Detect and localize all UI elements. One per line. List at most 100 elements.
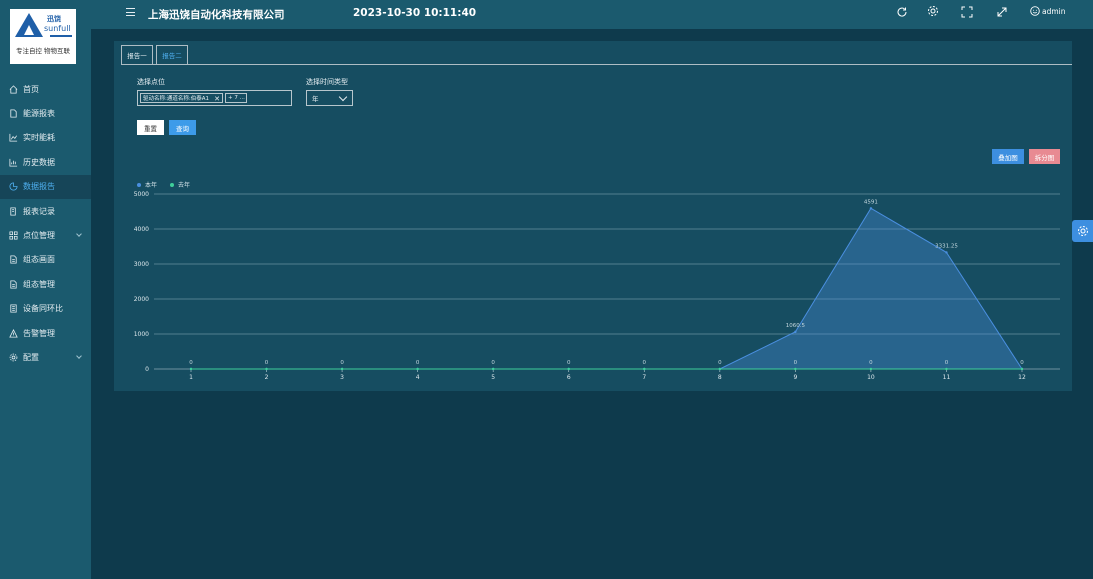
sidebar-item-label: 实时能耗 (23, 133, 55, 143)
history-chart-icon (9, 158, 18, 167)
document-icon (10, 255, 17, 264)
time-type-label: 选择时间类型 (306, 78, 348, 86)
chart-legend: 本年 去年 (137, 180, 203, 189)
data-point (416, 367, 419, 371)
sidebar-item-8[interactable]: 组态画面 (0, 248, 91, 272)
tag-close-icon[interactable]: ✕ (214, 95, 220, 102)
username: admin (1042, 6, 1066, 16)
sidebar-item-11[interactable]: 告警管理 (0, 321, 91, 345)
sidebar-item-4[interactable]: 历史数据 (0, 150, 91, 174)
data-point (340, 367, 344, 371)
sidebar-item-6[interactable]: 报表记录 (0, 199, 91, 223)
data-label: 0 (491, 360, 495, 366)
tab-report-1[interactable]: 报告一 (121, 45, 153, 64)
data-point (491, 367, 495, 371)
side-settings-button[interactable] (1072, 220, 1093, 242)
sidebar-item-label: 首页 (23, 84, 39, 94)
refresh-icon[interactable] (896, 6, 908, 18)
data-label: 0 (794, 360, 798, 366)
query-button[interactable]: 查询 (169, 120, 196, 135)
grid-icon (9, 231, 18, 240)
series-line-1 (191, 207, 1023, 370)
data-point (643, 367, 646, 371)
sidebar-item-label: 组态画面 (23, 255, 55, 265)
settings-icon[interactable] (927, 5, 939, 17)
point-select[interactable]: 驱动名称:通道名称:伯泰A1 ✕ + 7 ... (137, 90, 292, 106)
x-tick-label: 1 (189, 374, 193, 381)
data-point (265, 367, 268, 371)
fullscreen-icon[interactable] (961, 6, 973, 18)
sidebar-item-9[interactable]: 组态管理 (0, 272, 91, 296)
point-tag-text: 驱动名称:通道名称:伯泰A1 (143, 96, 209, 102)
warning-icon (9, 328, 18, 338)
sidebar-item-2[interactable]: 能源报表 (0, 101, 91, 125)
data-label: 0 (265, 360, 269, 366)
sidebar-item-label: 告警管理 (23, 328, 55, 338)
logo-slogan: 专注自控 物物互联 (15, 47, 71, 55)
stack-chart-button[interactable]: 叠加图 (992, 149, 1024, 164)
data-point (189, 367, 193, 371)
data-label: 0 (869, 360, 873, 366)
x-tick-label: 8 (718, 374, 722, 381)
data-point (794, 330, 797, 334)
report-icon (10, 109, 17, 118)
data-point (340, 367, 344, 371)
sidebar-item-10[interactable]: 设备同环比 (0, 297, 91, 321)
document-icon (10, 280, 17, 289)
user-menu[interactable]: admin (1030, 6, 1066, 16)
sidebar-item-label: 数据报告 (23, 182, 55, 192)
y-tick-label: 0 (145, 366, 149, 373)
x-tick-label: 12 (1018, 374, 1026, 381)
data-label: 0 (416, 360, 420, 366)
y-tick-label: 5000 (134, 191, 149, 198)
split-chart-button[interactable]: 拆分图 (1029, 149, 1060, 164)
data-point (567, 367, 570, 371)
gear-icon (1077, 226, 1088, 236)
sidebar-item-12[interactable]: 配置 (0, 345, 91, 369)
expand-icon[interactable] (996, 6, 1008, 18)
data-label: 4591 (864, 199, 878, 205)
time-type-select[interactable]: 年 (306, 90, 353, 106)
sidebar-item-label: 点位管理 (23, 231, 55, 241)
x-tick-label: 9 (793, 374, 797, 381)
sidebar-item-7[interactable]: 点位管理 (0, 223, 91, 247)
sidebar-item-label: 历史数据 (23, 157, 55, 167)
x-tick-label: 3 (340, 374, 344, 381)
report-panel: 报告一 报告二 选择点位 驱动名称:通道名称:伯泰A1 ✕ + 7 ... 选择… (114, 41, 1072, 391)
logo-brand-en: sunfull (44, 24, 71, 33)
point-more-tag: + 7 ... (225, 93, 247, 103)
data-label: 0 (718, 360, 722, 366)
point-tag: 驱动名称:通道名称:伯泰A1 ✕ (140, 93, 223, 103)
sidebar-item-label: 设备同环比 (23, 304, 63, 314)
sidebar-item-1[interactable]: 首页 (0, 77, 91, 101)
data-point (265, 367, 268, 371)
legend-item-last-year[interactable]: 去年 (170, 180, 190, 189)
data-point (1020, 367, 1024, 371)
data-point (945, 251, 948, 254)
user-icon (1030, 6, 1040, 16)
list-icon (10, 304, 17, 313)
sidebar-item-3[interactable]: 实时能耗 (0, 126, 91, 150)
chevron-down-icon (76, 231, 82, 238)
data-point (491, 367, 495, 371)
tab-report-2[interactable]: 报告二 (156, 45, 188, 64)
time-type-value: 年 (312, 95, 319, 103)
home-icon (9, 85, 18, 94)
chevron-down-icon (338, 92, 348, 102)
sidebar-item-label: 组态管理 (23, 279, 55, 289)
legend-item-this-year[interactable]: 本年 (137, 180, 157, 189)
data-point (718, 367, 722, 371)
menu-toggle-icon[interactable] (126, 8, 135, 17)
sidebar-item-5[interactable]: 数据报告 (0, 174, 91, 199)
data-label: 0 (643, 360, 647, 366)
pie-chart-icon (9, 182, 18, 191)
data-label: 0 (340, 360, 344, 366)
data-label: 0 (189, 360, 193, 366)
record-icon (10, 207, 16, 216)
data-label: 0 (1020, 360, 1024, 366)
x-tick-label: 7 (642, 374, 646, 381)
data-point (567, 367, 570, 371)
reset-button[interactable]: 重置 (137, 120, 164, 135)
chevron-down-icon (76, 353, 82, 360)
company-name: 上海迅饶自动化科技有限公司 (148, 9, 285, 21)
